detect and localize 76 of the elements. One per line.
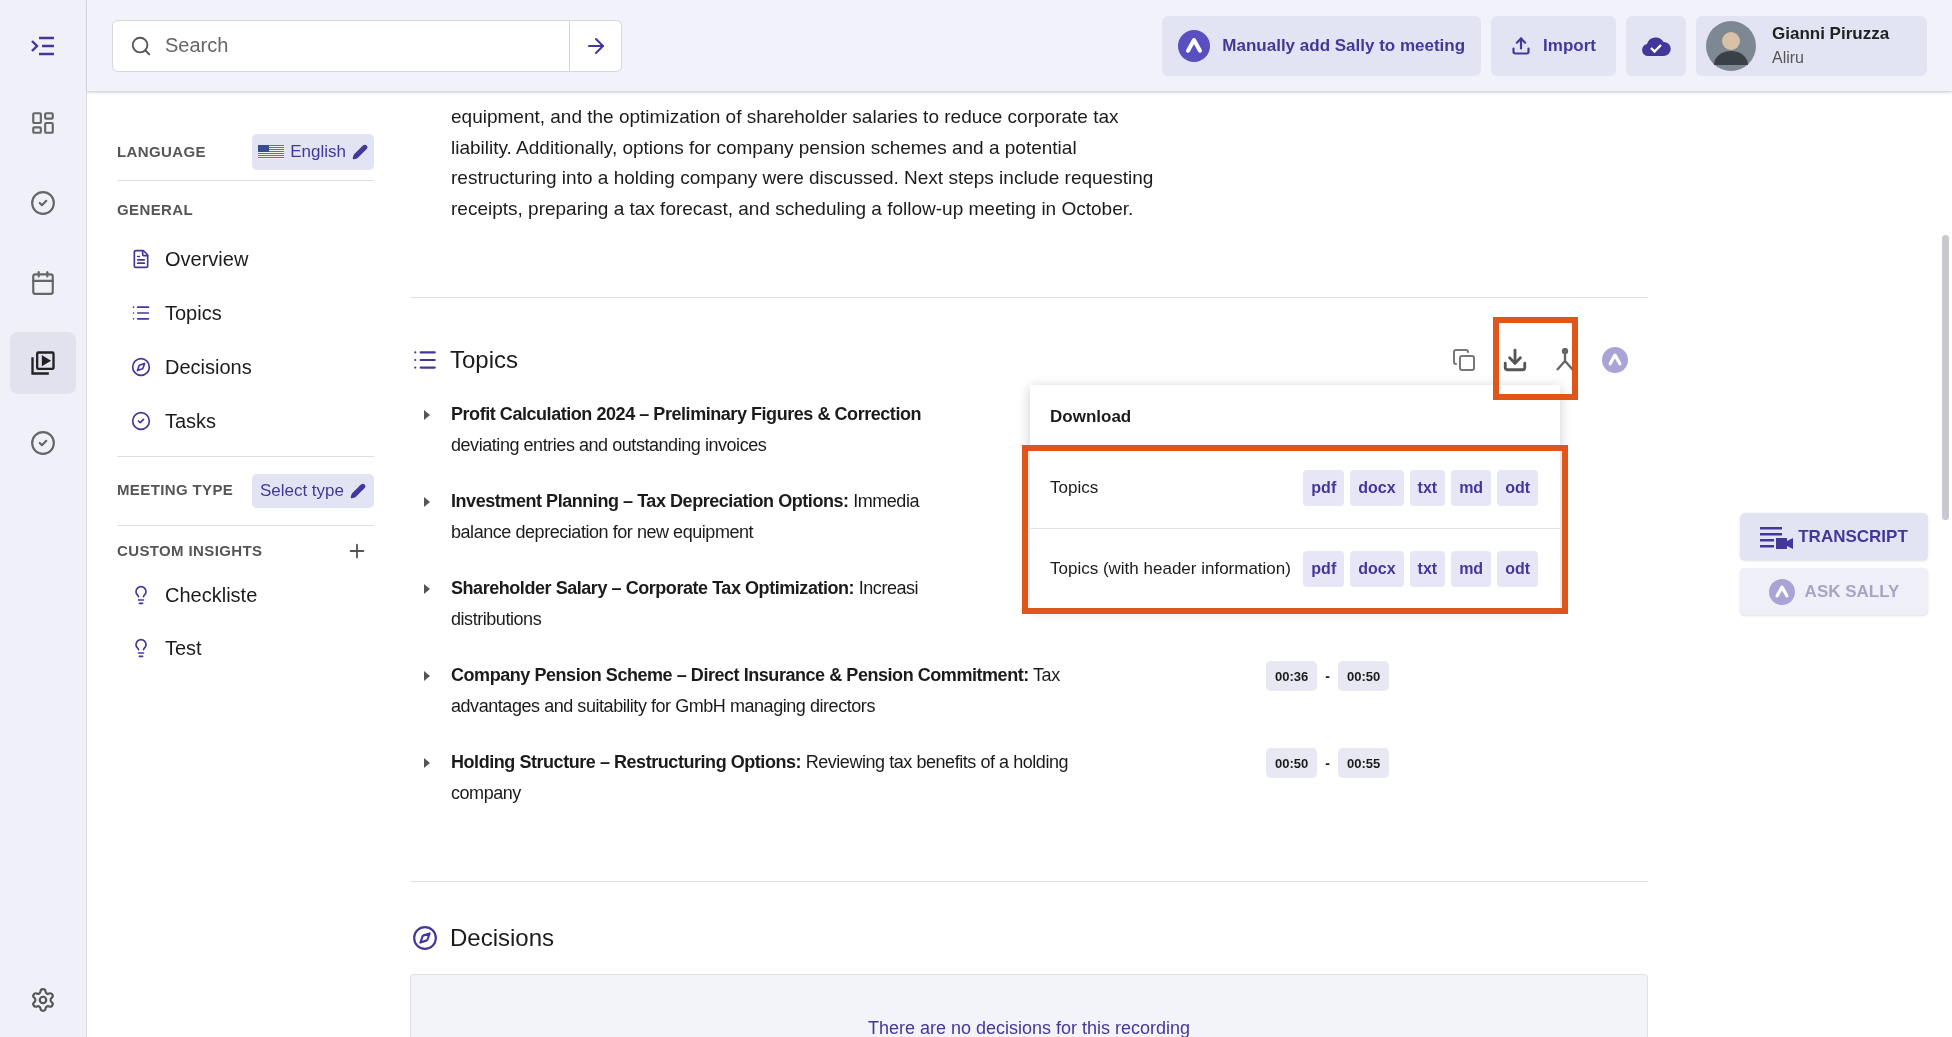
timestamp[interactable]: 00:50 bbox=[1337, 661, 1390, 692]
compass-icon bbox=[412, 925, 438, 952]
expand-caret-icon[interactable] bbox=[422, 669, 432, 684]
sally-logo-icon bbox=[1768, 578, 1795, 605]
range-dash: - bbox=[1325, 666, 1330, 686]
format-chip[interactable]: md bbox=[1451, 470, 1492, 506]
calendar-icon bbox=[30, 270, 56, 296]
section-label: MEETING TYPE bbox=[117, 480, 234, 501]
expand-caret-icon[interactable] bbox=[422, 756, 432, 771]
flag-icon bbox=[258, 145, 285, 159]
topic-text: Holding Structure – Restructuring Options: Reviewing tax benefits of a holding company bbox=[451, 751, 1069, 806]
expand-caret-icon[interactable] bbox=[422, 495, 432, 510]
panel-nav-item[interactable]: Decisions bbox=[117, 339, 374, 394]
section-label: LANGUAGE bbox=[117, 141, 206, 162]
range-dash: - bbox=[1325, 753, 1330, 773]
pencil-icon bbox=[352, 144, 368, 160]
copy-icon[interactable] bbox=[1452, 348, 1476, 373]
compass-icon bbox=[131, 356, 151, 377]
menu-item-label: Topics (with header information) bbox=[1050, 557, 1292, 580]
rail-item[interactable] bbox=[10, 332, 76, 394]
topic-text: Shareholder Salary – Corporate Tax Optimization: Increasi distributions bbox=[451, 577, 919, 632]
insight-item[interactable]: Test bbox=[117, 621, 374, 674]
timestamp[interactable]: 00:36 bbox=[1266, 661, 1318, 692]
meeting-type-selector[interactable]: Select type bbox=[251, 473, 374, 508]
expand-caret-icon[interactable] bbox=[422, 582, 432, 597]
transcript-button[interactable]: TRANSCRIPT bbox=[1740, 513, 1928, 560]
format-chip[interactable]: pdf bbox=[1303, 470, 1345, 506]
play-stack-icon bbox=[29, 349, 57, 377]
timestamp[interactable]: 00:50 bbox=[1266, 748, 1318, 779]
format-chip[interactable]: docx bbox=[1350, 470, 1404, 506]
avatar-icon bbox=[1706, 20, 1756, 71]
language-selector[interactable]: English bbox=[252, 134, 374, 170]
panel-nav-item[interactable]: Topics bbox=[117, 285, 374, 340]
summary-text: equipment, and the optimization of shareholder salaries to reduce corporate tax liability. Additionally, options for company pension schemes and a potential restructuring into a holding company were discussed. Next steps include requesting receipts, preparing a tax forecast, and scheduling a follow-up meeting in October. bbox=[450, 105, 1155, 221]
check-circle-icon bbox=[131, 410, 151, 431]
section-label: GENERAL bbox=[117, 200, 194, 220]
cloud-check-icon bbox=[1641, 34, 1671, 57]
expand-caret-icon[interactable] bbox=[422, 408, 432, 423]
check-circle-icon bbox=[30, 430, 56, 456]
upload-icon bbox=[1511, 35, 1532, 56]
topic-text: Investment Planning – Tax Depreciation Options: Immedia balance depreciation for new equipment bbox=[451, 490, 919, 545]
download-icon[interactable] bbox=[1502, 347, 1528, 374]
section-label: CUSTOM INSIGHTS bbox=[117, 540, 263, 561]
add-sally-button[interactable]: Manually add Sally to meeting bbox=[1162, 15, 1482, 76]
submit-button[interactable] bbox=[570, 19, 622, 72]
format-chip[interactable]: pdf bbox=[1303, 550, 1345, 587]
section-title: Decisions bbox=[450, 923, 555, 954]
sally-logo-icon bbox=[1178, 29, 1211, 62]
user-organization: Aliru bbox=[1772, 48, 1805, 69]
topic-text: Company Pension Scheme – Direct Insurance & Pension Commitment: Tax advantages and suitability for GmbH managing directors bbox=[451, 664, 1060, 719]
sally-logo-icon bbox=[1602, 347, 1628, 374]
format-chip[interactable]: odt bbox=[1497, 470, 1538, 506]
format-chip[interactable]: txt bbox=[1409, 470, 1446, 506]
section-title: Topics bbox=[450, 345, 519, 376]
user-card[interactable]: Gianni Piruzza Aliru bbox=[1696, 15, 1927, 76]
document-icon bbox=[131, 248, 151, 269]
menu-title: Download bbox=[1049, 405, 1133, 428]
user-name: Gianni Piruzza bbox=[1772, 22, 1890, 45]
check-circle-icon bbox=[30, 190, 56, 216]
pencil-icon bbox=[350, 482, 366, 499]
cloud-check-button[interactable] bbox=[1626, 15, 1686, 76]
settings-icon[interactable] bbox=[30, 987, 56, 1013]
panel-nav-item[interactable]: Tasks bbox=[117, 393, 374, 448]
timestamp[interactable]: 00:55 bbox=[1337, 748, 1390, 779]
search-field[interactable]: Search bbox=[112, 19, 570, 72]
import-button[interactable]: Import bbox=[1491, 15, 1616, 76]
format-chip[interactable]: odt bbox=[1497, 550, 1538, 587]
format-chip[interactable]: md bbox=[1451, 550, 1492, 587]
topic-text: Profit Calculation 2024 – Preliminary Figures & Correction deviating entries and outstanding invoices bbox=[451, 403, 922, 458]
menu-item-label: Topics bbox=[1050, 477, 1100, 500]
search-icon bbox=[130, 34, 152, 57]
format-chip[interactable]: docx bbox=[1350, 550, 1404, 587]
panel-nav-item[interactable]: Overview bbox=[117, 231, 374, 286]
dashboard-icon bbox=[30, 110, 56, 136]
insight-item[interactable]: Checkliste bbox=[117, 568, 374, 621]
format-chip[interactable]: txt bbox=[1409, 550, 1446, 587]
